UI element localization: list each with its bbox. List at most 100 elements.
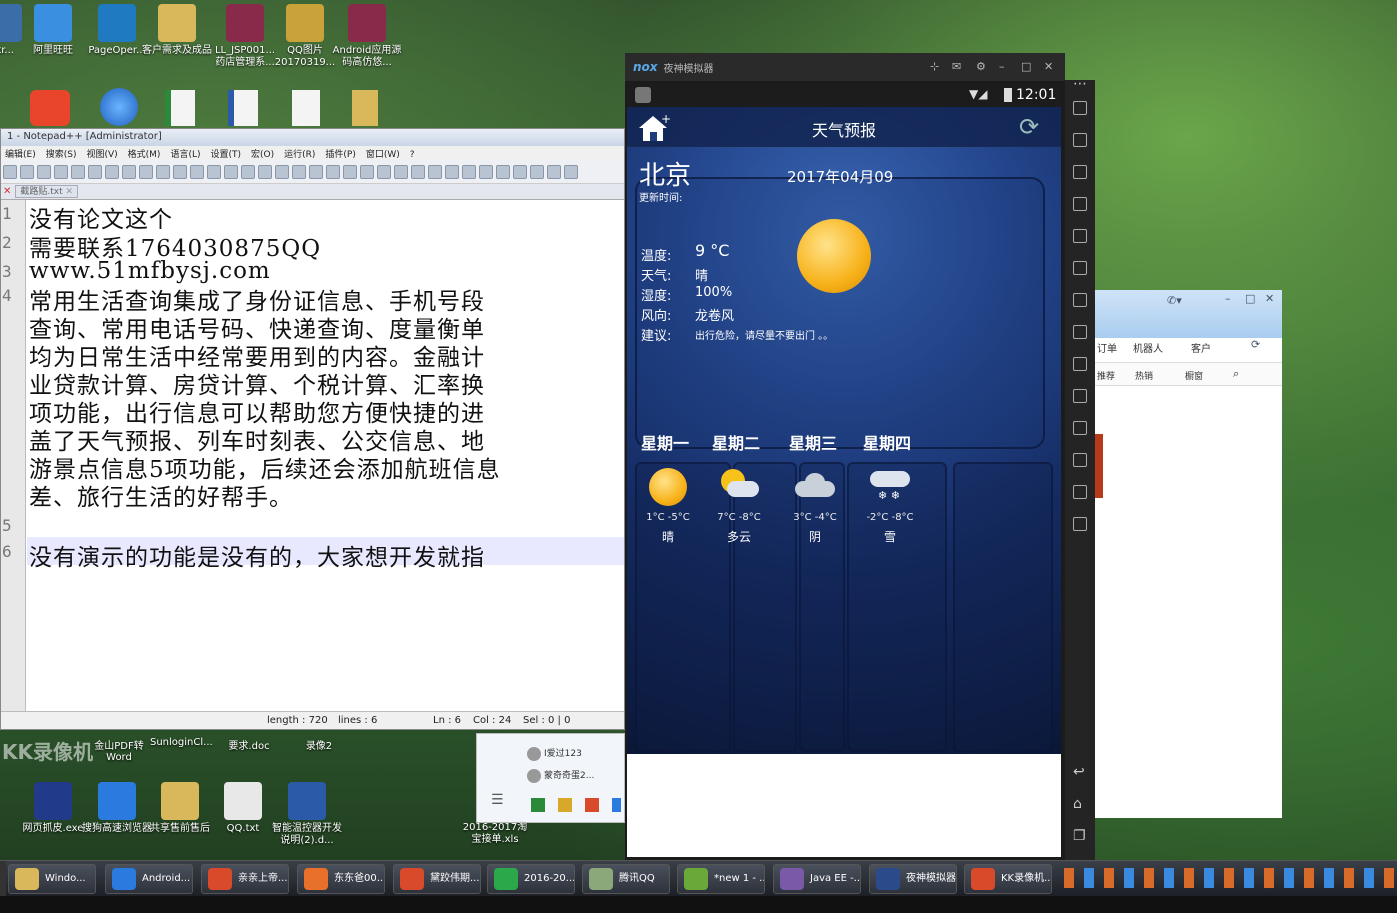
desktop-icon-label[interactable]: 金山PDF转Word — [90, 737, 148, 763]
taskbar-button[interactable]: Windo... — [8, 864, 96, 894]
taskbar-button[interactable]: 亲亲上帝... — [201, 864, 289, 894]
qq-shop-window[interactable]: ✆▾ – □ ✕ 订单 机器人 客户 ⟳ 推荐 热销 橱窗 ⌕ — [1095, 290, 1282, 818]
app-icon[interactable] — [30, 90, 70, 126]
sidebar-tool-icon[interactable] — [1073, 325, 1087, 339]
desktop-icon[interactable]: QQ.txt — [208, 782, 278, 835]
toolbar-button-icon[interactable] — [105, 164, 119, 179]
close-icon[interactable]: ✕ — [1044, 60, 1053, 73]
refresh-icon[interactable]: ⟳ — [1251, 338, 1260, 351]
qq-contact-2[interactable]: 蒙奇奇蛋2... — [527, 768, 594, 783]
toolbar-button-icon[interactable] — [530, 164, 544, 179]
gear-icon[interactable]: ⚙ — [976, 60, 986, 73]
toolbar-button-icon[interactable] — [173, 164, 187, 179]
toolbar-button-icon[interactable] — [20, 164, 34, 179]
text-file-icon[interactable] — [292, 90, 320, 126]
toolbar-button-icon[interactable] — [547, 164, 561, 179]
back-icon[interactable]: ↩ — [1073, 764, 1085, 780]
sidebar-tool-icon[interactable] — [1073, 293, 1087, 307]
close-icon[interactable]: ✕ — [66, 187, 74, 197]
browser-icon[interactable] — [100, 88, 138, 126]
folder-icon[interactable] — [352, 90, 378, 126]
close-tab-icon[interactable]: ✕ — [3, 186, 11, 197]
taskbar-button[interactable]: Android... — [105, 864, 193, 894]
phone-screen[interactable]: ▼◢ 12:01 + 天气预报 ⟳ 北京 更新时间: 2017年04月09 温度… — [627, 83, 1061, 857]
minimize-icon[interactable]: – — [1225, 292, 1231, 305]
toolbar-button-icon[interactable] — [513, 164, 527, 179]
toolbar-button-icon[interactable] — [241, 164, 255, 179]
menu-item[interactable]: 窗口(W) — [366, 150, 400, 160]
menu-item[interactable]: 宏(O) — [251, 150, 274, 160]
qq-contact-panel[interactable]: I爱过123 蒙奇奇蛋2... ☰ — [476, 733, 625, 823]
taskbar-button[interactable]: Java EE -... — [773, 864, 861, 894]
toolbar-button-icon[interactable] — [3, 164, 17, 179]
toolbar-button-icon[interactable] — [207, 164, 221, 179]
sidebar-tool-icon[interactable] — [1073, 165, 1087, 179]
sidebar-tool-icon[interactable] — [1073, 197, 1087, 211]
phone-icon[interactable]: ✆▾ — [1167, 294, 1182, 307]
desktop-icon-label[interactable]: 录像2 — [290, 737, 348, 752]
taskbar-button[interactable]: 夜神模拟器 — [869, 864, 957, 894]
toolbar-button-icon[interactable] — [88, 164, 102, 179]
sidebar-tool-icon[interactable] — [1073, 485, 1087, 499]
toolbar-button-icon[interactable] — [139, 164, 153, 179]
sidebar-tool-icon[interactable] — [1073, 261, 1087, 275]
taskbar-button[interactable]: 2016-20... — [487, 864, 575, 894]
toolbar-button-icon[interactable] — [309, 164, 323, 179]
toolbar-button-icon[interactable] — [479, 164, 493, 179]
tab-robot[interactable]: 机器人 — [1133, 340, 1163, 355]
toolbar-button-icon[interactable] — [224, 164, 238, 179]
tab-customers[interactable]: 客户 — [1191, 340, 1211, 355]
desktop-icon[interactable]: 2016-2017淘宝接单.xls — [460, 822, 530, 846]
tab-file[interactable]: 截路贴.txt ✕ — [15, 185, 79, 198]
sidebar-tool-icon[interactable] — [1073, 389, 1087, 403]
toolbar-button-icon[interactable] — [190, 164, 204, 179]
taskbar-button[interactable]: 东东爸00... — [297, 864, 385, 894]
desktop-icon[interactable]: Android应用源码高仿悠... — [332, 4, 402, 69]
close-icon[interactable]: ✕ — [1265, 292, 1274, 305]
toolbar-button-icon[interactable] — [462, 164, 476, 179]
toolbar-button-icon[interactable] — [564, 164, 578, 179]
desktop-icon[interactable]: 智能温控器开发说明(2).d... — [272, 782, 342, 847]
toolbar-button-icon[interactable] — [445, 164, 459, 179]
toolbar-button-icon[interactable] — [326, 164, 340, 179]
menu-item[interactable]: 视图(V) — [86, 150, 117, 160]
mail-icon[interactable]: ✉ — [952, 60, 961, 73]
toolbar-button-icon[interactable] — [394, 164, 408, 179]
toolbar-button-icon[interactable] — [377, 164, 391, 179]
sidebar-tool-icon[interactable] — [1073, 357, 1087, 371]
menu-item[interactable]: 格式(M) — [128, 150, 161, 160]
toolbar-button-icon[interactable] — [54, 164, 68, 179]
desktop-icon[interactable]: 搜狗高速浏览器 — [82, 782, 152, 835]
sidebar-tool-icon[interactable] — [1073, 101, 1087, 115]
qq-contact-1[interactable]: I爱过123 — [527, 746, 582, 761]
menu-item[interactable]: 编辑(E) — [5, 150, 36, 160]
toolbar-button-icon[interactable] — [71, 164, 85, 179]
toolbar-button-icon[interactable] — [428, 164, 442, 179]
desktop-icon-label[interactable]: SunloginCl... — [150, 737, 213, 748]
emulator-window[interactable]: nox 夜神模拟器 ⊹ ✉ ⚙ – □ ✕ ▼◢ 12:01 + 天气预报 ⟳ … — [625, 53, 1065, 863]
subtab-hot[interactable]: 热销 — [1135, 369, 1153, 382]
menu-item[interactable]: 语言(L) — [170, 150, 200, 160]
subtab-window[interactable]: 橱窗 — [1185, 369, 1203, 382]
subtab-recommend[interactable]: 推荐 — [1097, 369, 1115, 382]
text-editor[interactable]: 1 没有论文这个 2 需要联系1764030875QQ 3 www.51mfbysj.co… — [1, 200, 624, 711]
taskbar-button[interactable]: *new 1 - ... — [677, 864, 765, 894]
pin-icon[interactable]: ⊹ — [930, 60, 939, 73]
home-icon[interactable]: ⌂ — [1073, 796, 1082, 812]
excel-file-icon[interactable] — [165, 90, 195, 126]
desktop-icon[interactable]: QQ图片20170319... — [270, 4, 340, 69]
search-icon[interactable]: ⌕ — [1233, 367, 1239, 381]
menu-item[interactable]: 运行(R) — [284, 150, 315, 160]
toolbar-button-icon[interactable] — [122, 164, 136, 179]
maximize-icon[interactable]: □ — [1245, 292, 1255, 305]
more-icon[interactable]: ⋯ — [1065, 76, 1095, 92]
refresh-icon[interactable]: ⟳ — [1019, 113, 1039, 141]
taskbar-button[interactable]: 腾讯QQ — [582, 864, 670, 894]
sidebar-tool-icon[interactable] — [1073, 517, 1087, 531]
taskbar-button[interactable]: 黛跤伟期... — [393, 864, 481, 894]
sidebar-tool-icon[interactable] — [1073, 421, 1087, 435]
taskbar-button[interactable]: KK录像机... — [964, 864, 1052, 894]
toolbar-button-icon[interactable] — [496, 164, 510, 179]
toolbar-button-icon[interactable] — [37, 164, 51, 179]
tab-orders[interactable]: 订单 — [1097, 340, 1117, 355]
